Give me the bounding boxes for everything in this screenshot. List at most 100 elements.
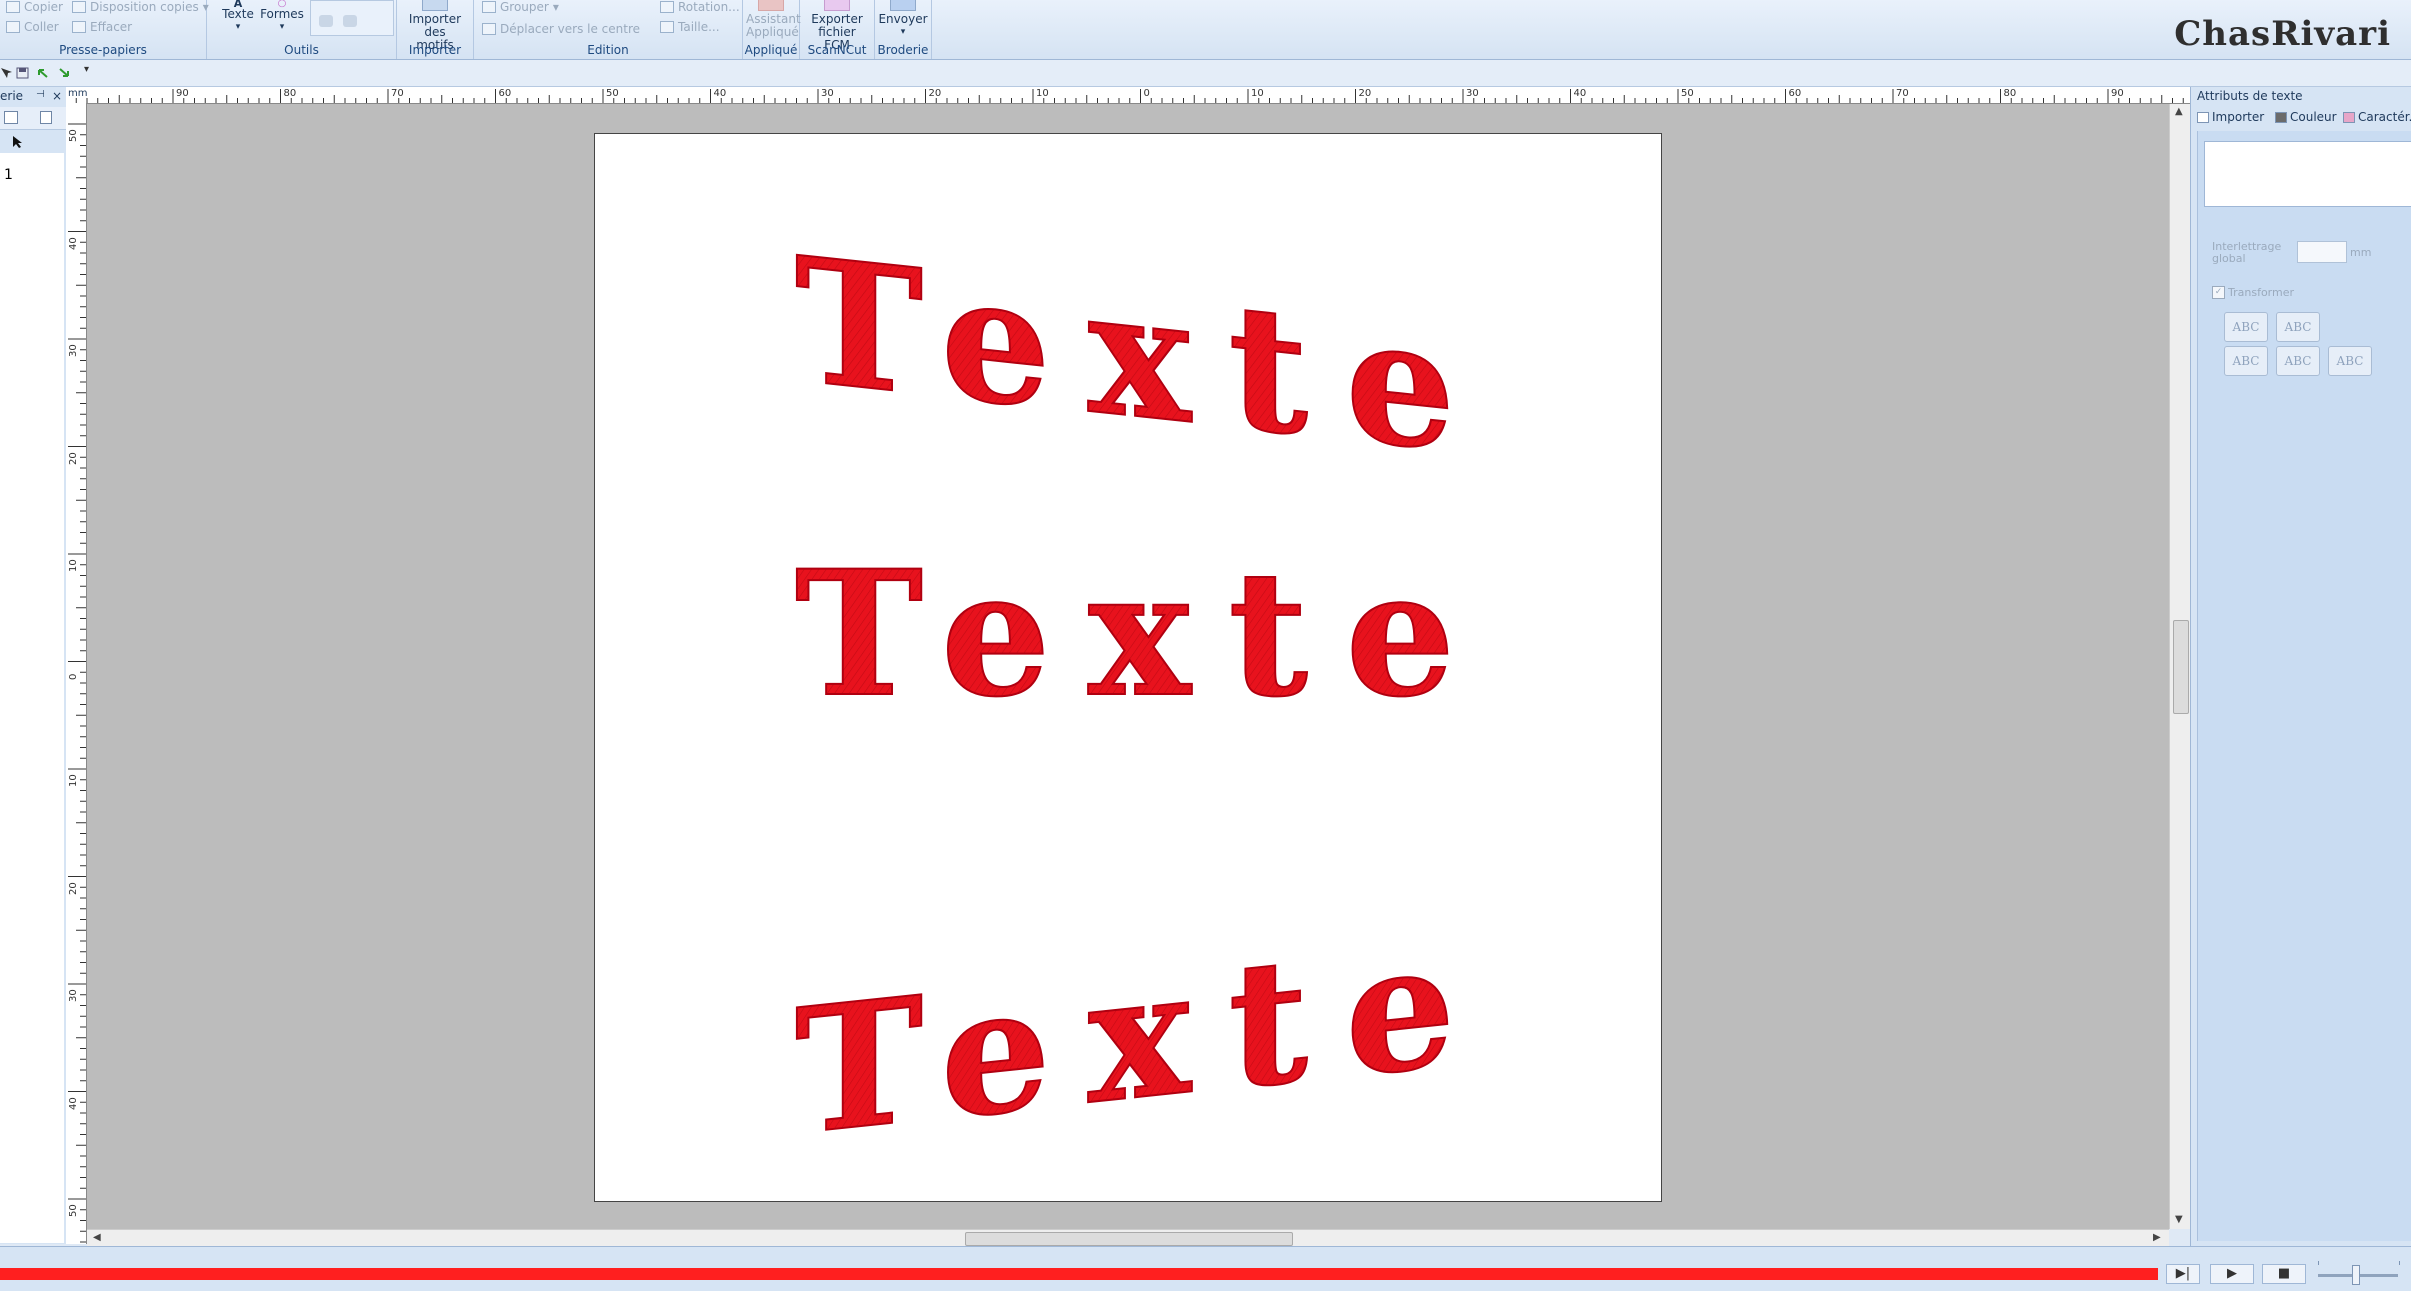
wave-preset-1[interactable]: ABC: [2224, 346, 2268, 376]
ruler-label: 30: [68, 344, 79, 357]
horizontal-scrollbar[interactable]: ◀ ▶: [87, 1229, 2169, 1247]
transform-checkbox[interactable]: ✓: [2212, 286, 2225, 299]
horizontal-scroll-thumb[interactable]: [965, 1232, 1293, 1246]
ruler-label: 90: [2111, 88, 2124, 99]
resize-icon: [660, 21, 674, 33]
copy-icon: [6, 1, 20, 13]
new-page-icon[interactable]: [4, 111, 18, 124]
tool-box: [310, 0, 394, 36]
knife-icon[interactable]: [343, 15, 357, 27]
send-icon: [890, 0, 916, 11]
quick-access-bar: ▾: [0, 60, 2411, 87]
ruler-label: 50: [68, 1204, 79, 1217]
pointer-icon[interactable]: [0, 67, 13, 79]
hand-icon[interactable]: [319, 15, 333, 27]
ruler-label: 40: [68, 236, 79, 250]
scroll-right-icon[interactable]: ▶: [2153, 1232, 2161, 1243]
design-canvas[interactable]: Texte Texte Texte: [87, 104, 2169, 1229]
ruler-label: 90: [176, 88, 189, 99]
rotation-button[interactable]: Rotation...: [660, 0, 740, 14]
list-item[interactable]: 1: [4, 167, 13, 183]
wave-preset-3[interactable]: ABC: [2328, 346, 2372, 376]
pin-icon[interactable]: ⊣: [36, 89, 45, 100]
text-attributes-panel: Attributs de texte Importer Couleur Cara…: [2190, 87, 2411, 1246]
clipboard-group: Copier Disposition copies ▾ Coller Effac…: [0, 0, 209, 59]
object-list: 1: [0, 153, 64, 1243]
group-button[interactable]: Grouper ▾: [482, 0, 559, 14]
paste-button[interactable]: Coller: [6, 20, 59, 34]
ruler-label: 40: [68, 1096, 79, 1110]
ruler-label: 30: [1466, 88, 1479, 99]
vertical-scroll-thumb[interactable]: [2173, 620, 2189, 714]
stitch-simulator-bar: ▶| ▶ ■: [0, 1246, 2411, 1291]
size-button[interactable]: Taille...: [660, 20, 720, 34]
text-preview-box: [2204, 141, 2411, 207]
import-group-label: Importer: [408, 43, 462, 57]
rotate-icon: [660, 1, 674, 13]
applique-wizard-button[interactable]: Assistant Appliqué: [745, 0, 801, 39]
scroll-up-icon[interactable]: ▲: [2175, 106, 2183, 117]
tab-import[interactable]: Importer: [2197, 110, 2264, 124]
ruler-label: 70: [1896, 88, 1909, 99]
stop-button[interactable]: ■: [2262, 1264, 2306, 1284]
spacing-stepper[interactable]: [2297, 241, 2347, 263]
embroidery-text-1[interactable]: Texte: [794, 217, 1456, 491]
redo-icon[interactable]: [58, 67, 71, 79]
ruler-label: 30: [68, 989, 79, 1002]
shapes-tool-button[interactable]: ○ Formes ▾: [257, 0, 307, 34]
page-icon[interactable]: [40, 111, 52, 124]
import-group: Importer des motifs Importer: [397, 0, 474, 59]
scanncut-group-label: ScanNCut: [807, 43, 867, 57]
copy-button[interactable]: Copier: [6, 0, 63, 14]
scroll-down-icon[interactable]: ▼: [2175, 1214, 2183, 1225]
ruler-label: 20: [68, 881, 79, 895]
tab-color[interactable]: Couleur: [2275, 110, 2337, 124]
arc-preset-2[interactable]: ABC: [2276, 312, 2320, 342]
move-center-button[interactable]: Déplacer vers le centre: [482, 22, 640, 36]
scroll-left-icon[interactable]: ◀: [93, 1232, 101, 1243]
design-page[interactable]: Texte Texte Texte: [594, 133, 1662, 1202]
vertical-ruler: 50 40 30 20 10 0 10 20 30 40 50: [66, 103, 87, 1244]
vertical-scrollbar[interactable]: ▲ ▼: [2169, 104, 2190, 1229]
step-forward-button[interactable]: ▶|: [2166, 1264, 2200, 1284]
ruler-label: 30: [821, 88, 834, 99]
embroidery-text-2[interactable]: Texte: [794, 531, 1456, 736]
spacing-label: Interlettrage global: [2212, 240, 2282, 265]
wave-preset-2[interactable]: ABC: [2276, 346, 2320, 376]
layout-copies-button[interactable]: Disposition copies ▾: [72, 0, 209, 14]
ruler-label: 60: [498, 88, 512, 99]
applique-group: Assistant Appliqué Appliqué: [743, 0, 801, 59]
embroidery-group-label: Broderie: [877, 43, 929, 57]
ruler-label: 10: [1251, 88, 1264, 99]
text-tool-button[interactable]: A Texte ▾: [215, 0, 261, 34]
center-icon: [482, 23, 496, 35]
erase-button[interactable]: Effacer: [72, 20, 132, 34]
text-attributes-body: Interlettrage global mm ✓ Transformer AB…: [2197, 131, 2411, 1241]
select-arrow-icon[interactable]: [12, 135, 24, 149]
text-attributes-title: Attributs de texte: [2197, 89, 2303, 103]
scanncut-group: Exporter fichier FCM ScanNCut: [800, 0, 875, 59]
group-icon: [482, 1, 496, 13]
undo-icon[interactable]: [36, 67, 49, 79]
ruler-label: 0: [1143, 88, 1150, 99]
ruler-label: 50: [606, 88, 619, 99]
play-button[interactable]: ▶: [2210, 1264, 2254, 1284]
send-button[interactable]: Envoyer ▾: [877, 0, 929, 39]
customize-quick-access-icon[interactable]: ▾: [84, 64, 89, 75]
select-tool-bar: [0, 131, 66, 153]
arc-preset-1[interactable]: ABC: [2224, 312, 2268, 342]
horizontal-ruler: mm 90 80 70 60 50 40 30 20 10 0 10 20 30 40 50 60 70 80 90: [66, 87, 2190, 104]
close-icon[interactable]: ×: [52, 89, 62, 103]
left-panel-title: erie: [0, 89, 24, 103]
speed-slider-thumb[interactable]: [2352, 1265, 2360, 1285]
tools-group: A Texte ▾ ○ Formes ▾ Outils: [207, 0, 397, 59]
save-icon[interactable]: [16, 67, 29, 79]
applique-group-label: Appliqué: [744, 43, 798, 57]
embroidery-design: Texte Texte Texte: [794, 217, 1456, 1175]
tab-characters[interactable]: Caractér...: [2343, 110, 2411, 124]
ruler-label: 80: [283, 88, 297, 99]
embroidery-group: Envoyer ▾ Broderie: [875, 0, 932, 59]
embroidery-text-3[interactable]: Texte: [794, 901, 1456, 1175]
ruler-label: 40: [1573, 88, 1587, 99]
edition-group: Grouper ▾ Déplacer vers le centre Rotati…: [474, 0, 743, 59]
